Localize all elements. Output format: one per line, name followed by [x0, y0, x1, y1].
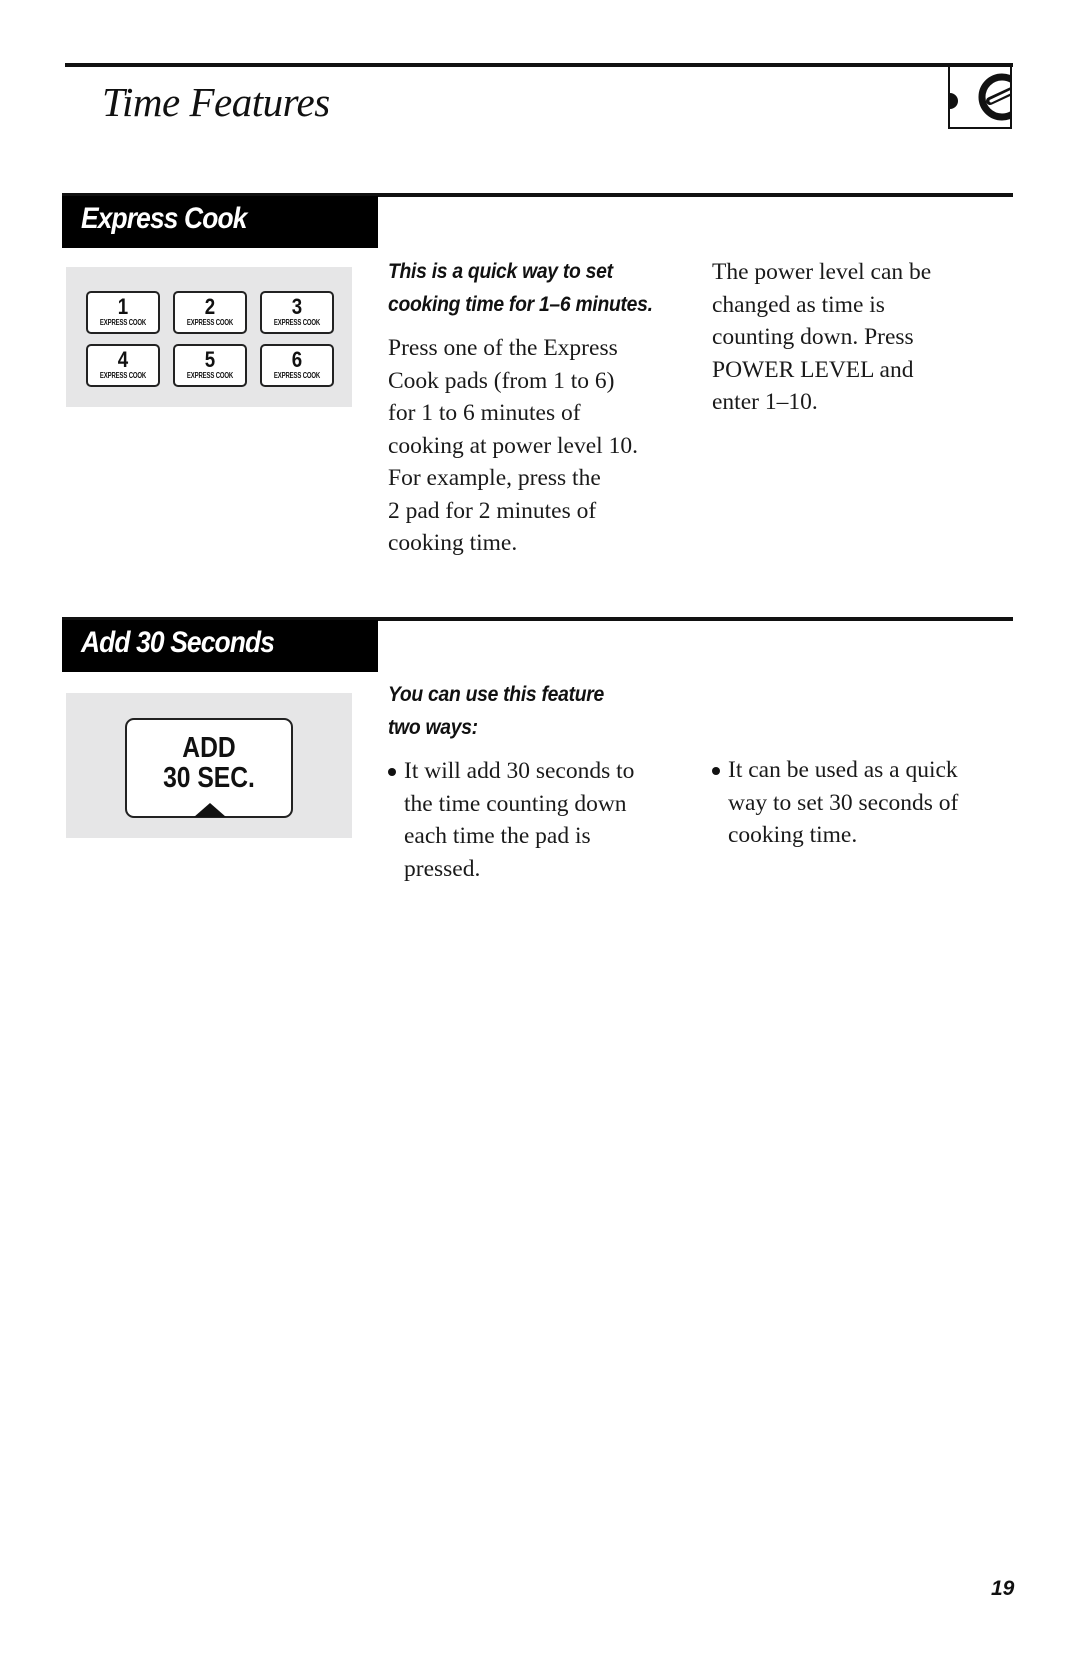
pad-label: EXPRESS COOK	[273, 318, 321, 327]
express-cook-pad-3[interactable]: 3 EXPRESS COOK	[260, 291, 334, 334]
section-title: Express Cook	[81, 202, 247, 235]
bullet-icon	[388, 768, 396, 776]
body-line: It will add 30 seconds to	[404, 758, 635, 784]
pad-label: EXPRESS COOK	[99, 318, 147, 327]
add-30-sec-lead: You can use this feature two ways:	[388, 679, 673, 744]
body-line: changed as time is	[712, 291, 885, 318]
body-line: for 1 to 6 minutes of	[388, 400, 581, 426]
pad-label: EXPRESS COOK	[273, 371, 321, 380]
body-line: cooking time.	[388, 530, 518, 556]
add-30-sec-illustration: ADD 30 SEC.	[66, 693, 352, 838]
timer-dial-icon-graphic	[950, 73, 1010, 121]
tab-dot-icon	[950, 93, 958, 109]
bullet-item: It can be used as a quick way to set 30 …	[712, 754, 1038, 852]
body-line: Cook pads (from 1 to 6)	[388, 367, 615, 394]
header-rule	[65, 63, 1013, 67]
pad-line: ADD	[182, 732, 236, 764]
pad-number: 5	[204, 347, 216, 372]
express-cook-pad-2[interactable]: 2 EXPRESS COOK	[173, 291, 247, 334]
bullet-item: It will add 30 seconds to the time count…	[388, 755, 698, 885]
body-line: Press one of the Express	[388, 335, 618, 361]
body-line: For example, press the	[388, 465, 601, 491]
pad-number: 6	[291, 347, 303, 372]
body-line: enter 1–10.	[712, 389, 818, 415]
pad-number: 3	[291, 294, 303, 319]
pad-number: 4	[117, 347, 129, 372]
body-line: pressed.	[404, 855, 481, 882]
express-cook-pad-1[interactable]: 1 EXPRESS COOK	[86, 291, 160, 334]
timer-dial-icon	[948, 63, 1012, 129]
section-header-express-cook: Express Cook	[62, 196, 378, 248]
body-line: 2 pad for 2 minutes of	[388, 497, 597, 524]
add-30-sec-main-column: You can use this feature two ways: It wi…	[388, 679, 698, 885]
page-number: 19	[991, 1577, 1015, 1600]
body-line: cooking at power level 10.	[388, 432, 638, 459]
pad-label: EXPRESS COOK	[186, 318, 234, 327]
express-cook-pad-4[interactable]: 4 EXPRESS COOK	[86, 344, 160, 387]
pad-indicator-arrow-icon	[194, 803, 226, 817]
express-cook-body: Press one of the Express Cook pads (from…	[388, 332, 698, 560]
pad-label: EXPRESS COOK	[99, 371, 147, 380]
body-line: the time counting down	[404, 790, 627, 817]
body-line: The power level can be	[712, 259, 932, 285]
lead-line: cooking time for 1–6 minutes.	[388, 292, 653, 316]
lead-line: This is a quick way to set	[388, 260, 613, 283]
express-cook-lead: This is a quick way to set cooking time …	[388, 256, 673, 321]
pad-label: EXPRESS COOK	[186, 371, 234, 380]
page-title: Time Features	[102, 79, 330, 125]
express-cook-pad-6[interactable]: 6 EXPRESS COOK	[260, 344, 334, 387]
pad-number: 1	[117, 294, 129, 319]
express-cook-keypad-illustration: 1 EXPRESS COOK 2 EXPRESS COOK 3 EXPRESS …	[66, 267, 352, 407]
body-line: POWER LEVEL and	[712, 356, 914, 383]
pad-line: 30 SEC.	[163, 762, 255, 794]
express-cook-side-column: The power level can be changed as time i…	[712, 256, 1022, 419]
express-cook-main-column: This is a quick way to set cooking time …	[388, 256, 698, 560]
body-line: It can be used as a quick	[728, 757, 958, 783]
section-title: Add 30 Seconds	[81, 626, 275, 659]
bullet-icon	[712, 767, 720, 775]
express-cook-pad-5[interactable]: 5 EXPRESS COOK	[173, 344, 247, 387]
section-header-add-30-seconds: Add 30 Seconds	[62, 620, 378, 672]
lead-line: You can use this feature	[388, 683, 604, 706]
body-line: counting down. Press	[712, 324, 914, 350]
body-line: cooking time.	[728, 822, 858, 848]
body-line: each time the pad is	[404, 823, 591, 849]
body-line: way to set 30 seconds of	[728, 789, 959, 816]
lead-line: two ways:	[388, 715, 478, 739]
add-30-sec-pad[interactable]: ADD 30 SEC.	[125, 718, 293, 818]
pad-number: 2	[204, 294, 216, 319]
